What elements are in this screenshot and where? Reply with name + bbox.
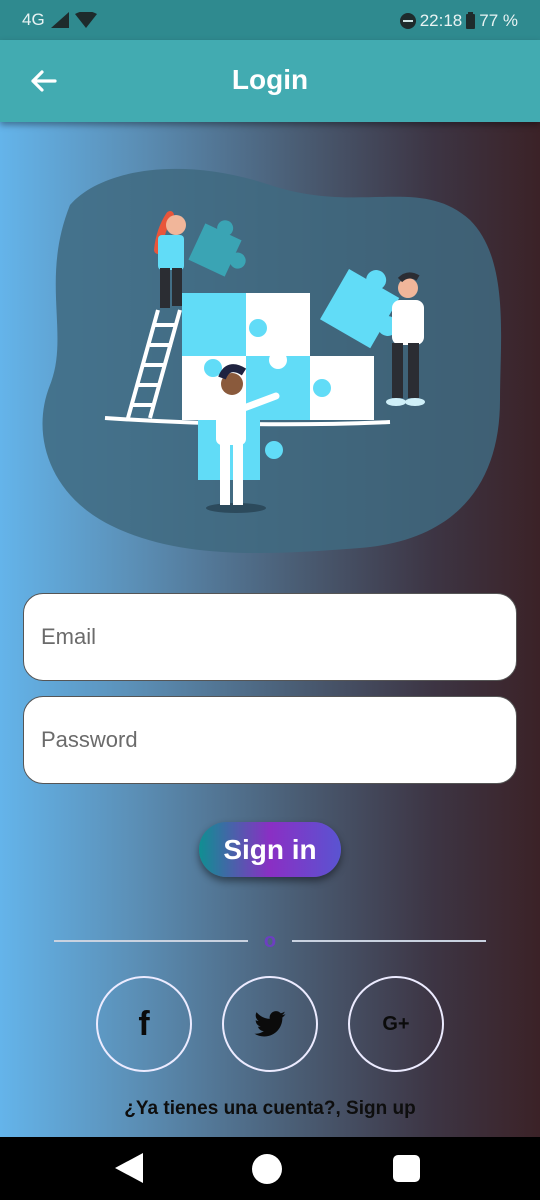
google-plus-icon: G+ [382, 1012, 410, 1035]
status-right: 22:18 77 % [399, 11, 518, 31]
login-content: Sign in o f G+ ¿Ya tienes una cuenta?, S… [0, 122, 540, 1137]
system-nav-bar [0, 1137, 540, 1200]
wifi-icon [74, 12, 97, 28]
twitter-login-button[interactable] [222, 976, 318, 1072]
email-field[interactable] [23, 593, 517, 681]
email-input[interactable] [41, 624, 516, 650]
google-login-button[interactable]: G+ [348, 976, 444, 1072]
or-divider: o [54, 930, 486, 952]
team-puzzle-illustration [42, 168, 502, 554]
facebook-login-button[interactable]: f [96, 976, 192, 1072]
divider-line-right [292, 940, 486, 942]
nav-back-icon[interactable] [115, 1153, 143, 1183]
do-not-disturb-icon [399, 13, 416, 29]
nav-recents-icon[interactable] [393, 1155, 420, 1182]
page-title: Login [231, 64, 309, 95]
cell-signal-icon [50, 12, 69, 28]
network-type: 4G [22, 10, 45, 29]
status-bar: 4G 22:18 77 % [0, 0, 540, 40]
battery-level: 77 % [479, 11, 518, 30]
signup-link[interactable]: ¿Ya tienes una cuenta?, Sign up [0, 1098, 540, 1120]
facebook-icon: f [138, 1004, 150, 1043]
app-bar: Login [0, 40, 540, 122]
battery-icon [466, 11, 476, 29]
password-field[interactable] [23, 696, 517, 784]
twitter-bird-icon [254, 1011, 286, 1037]
status-left: 4G [22, 10, 97, 30]
password-input[interactable] [41, 727, 516, 753]
clock: 22:18 [419, 11, 463, 30]
person-on-ladder [154, 211, 186, 308]
or-text: o [263, 930, 277, 952]
nav-home-icon[interactable] [252, 1154, 282, 1184]
sign-in-button[interactable]: Sign in [199, 822, 341, 877]
divider-line-left [54, 940, 248, 942]
